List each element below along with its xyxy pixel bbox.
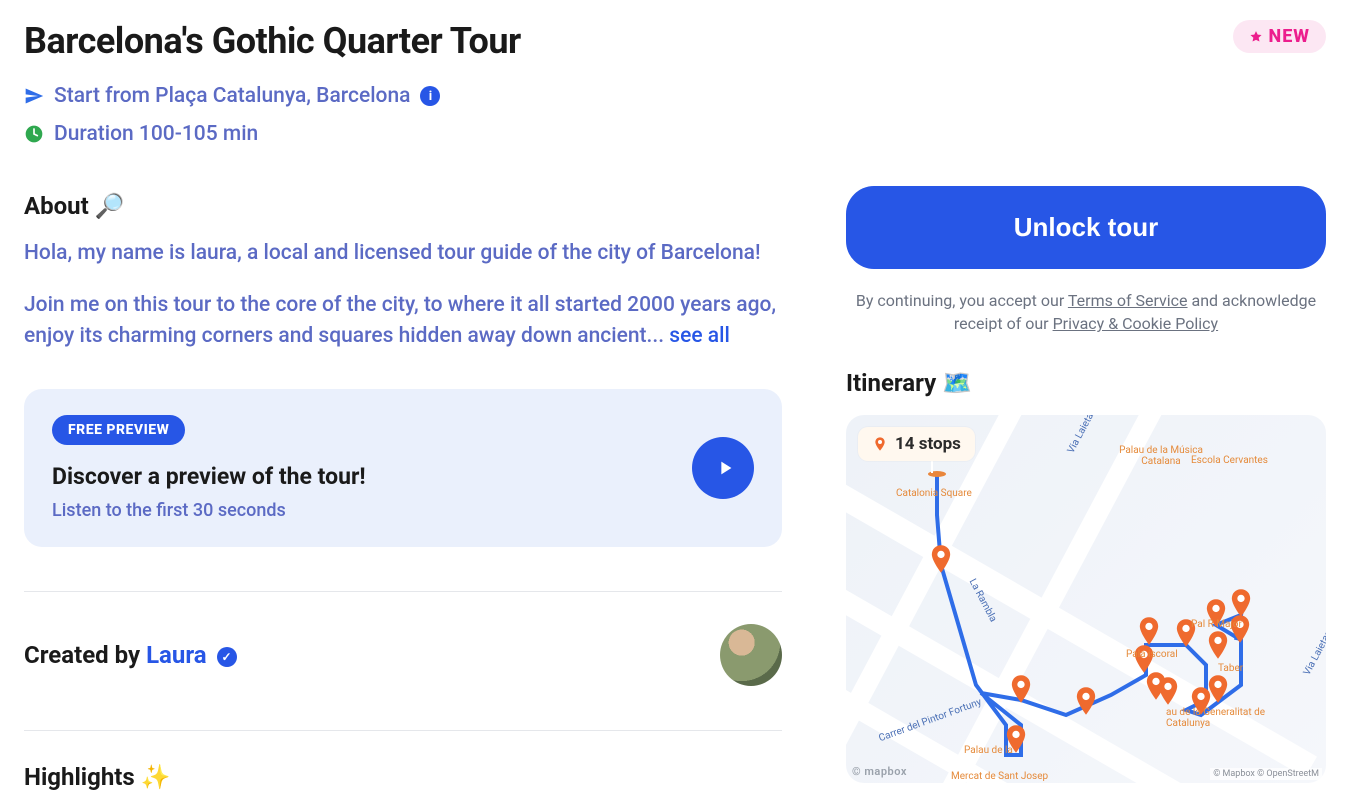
created-by-text: Created by Laura ✓ [24, 641, 237, 669]
map-label: Taber [1218, 663, 1243, 674]
map-label: Escola Cervantes [1191, 455, 1268, 466]
highlights-heading: Highlights ✨ [24, 763, 782, 791]
author-avatar[interactable] [720, 624, 782, 686]
map-pin-icon [1230, 589, 1252, 617]
divider [24, 591, 782, 592]
map-label: Catalonia Square [896, 488, 972, 499]
map-attribution-left: © mapbox [852, 765, 907, 778]
about-para-2: Join me on this tour to the core of the … [24, 290, 782, 351]
free-preview-pill: FREE PREVIEW [52, 415, 185, 445]
new-badge-text: NEW [1269, 26, 1310, 47]
privacy-link[interactable]: Privacy & Cookie Policy [1053, 314, 1219, 333]
map-attribution-right: © Mapbox © OpenStreetM [1210, 768, 1322, 780]
stops-count-text: 14 stops [895, 434, 961, 454]
play-icon [714, 457, 736, 479]
map-pin-icon [1138, 617, 1160, 645]
preview-subtitle: Listen to the first 30 seconds [52, 500, 366, 521]
about-para-1: Hola, my name is laura, a local and lice… [24, 238, 782, 268]
consent-pre: By continuing, you accept our [856, 291, 1068, 310]
clock-icon [24, 124, 44, 144]
consent-text: By continuing, you accept our Terms of S… [846, 289, 1326, 335]
play-button[interactable] [692, 437, 754, 499]
duration-text: Duration 100-105 min [54, 122, 258, 146]
see-all-link[interactable]: see all [669, 324, 730, 348]
about-heading: About 🔎 [24, 192, 782, 220]
itinerary-map[interactable]: Catalonia Square Palau de la Música Cata… [846, 415, 1326, 783]
page-title: Barcelona's Gothic Quarter Tour [24, 20, 782, 62]
itinerary-heading: Itinerary 🗺️ [846, 369, 1326, 397]
info-icon[interactable]: i [420, 86, 440, 106]
free-preview-card: FREE PREVIEW Discover a preview of the t… [24, 389, 782, 547]
map-pin-icon [1207, 675, 1229, 703]
map-label: Pala iscoral [1126, 649, 1178, 660]
paper-plane-icon [24, 86, 44, 106]
star-icon [1249, 30, 1263, 44]
tos-link[interactable]: Terms of Service [1068, 291, 1188, 310]
map-label: Mercat de Sant Josep [951, 771, 1048, 782]
duration-line: Duration 100-105 min [24, 122, 782, 146]
map-pin-icon [930, 545, 952, 573]
map-label: au de la Generalitat de Catalunya [1166, 707, 1276, 729]
start-location-line: Start from Plaça Catalunya, Barcelona i [24, 84, 782, 108]
unlock-tour-button[interactable]: Unlock tour [846, 186, 1326, 269]
map-pin-icon [1075, 687, 1097, 715]
map-pin-icon [1207, 631, 1229, 659]
about-para-2-text: Join me on this tour to the core of the … [24, 293, 776, 347]
map-pin-icon [1010, 675, 1032, 703]
stops-count-badge: 14 stops [858, 427, 975, 461]
map-label: Pal R Major [1191, 619, 1242, 630]
pin-icon [872, 436, 888, 452]
created-by-prefix: Created by [24, 641, 146, 669]
divider [24, 730, 782, 731]
author-link[interactable]: Laura [146, 641, 207, 669]
map-pin-icon [1157, 677, 1179, 705]
verified-badge-icon: ✓ [217, 647, 237, 667]
created-by-row: Created by Laura ✓ [24, 624, 782, 686]
new-badge: NEW [1233, 20, 1326, 53]
preview-title: Discover a preview of the tour! [52, 463, 366, 490]
map-label: Palau de la [964, 745, 1013, 756]
start-location-text: Start from Plaça Catalunya, Barcelona [54, 84, 410, 108]
